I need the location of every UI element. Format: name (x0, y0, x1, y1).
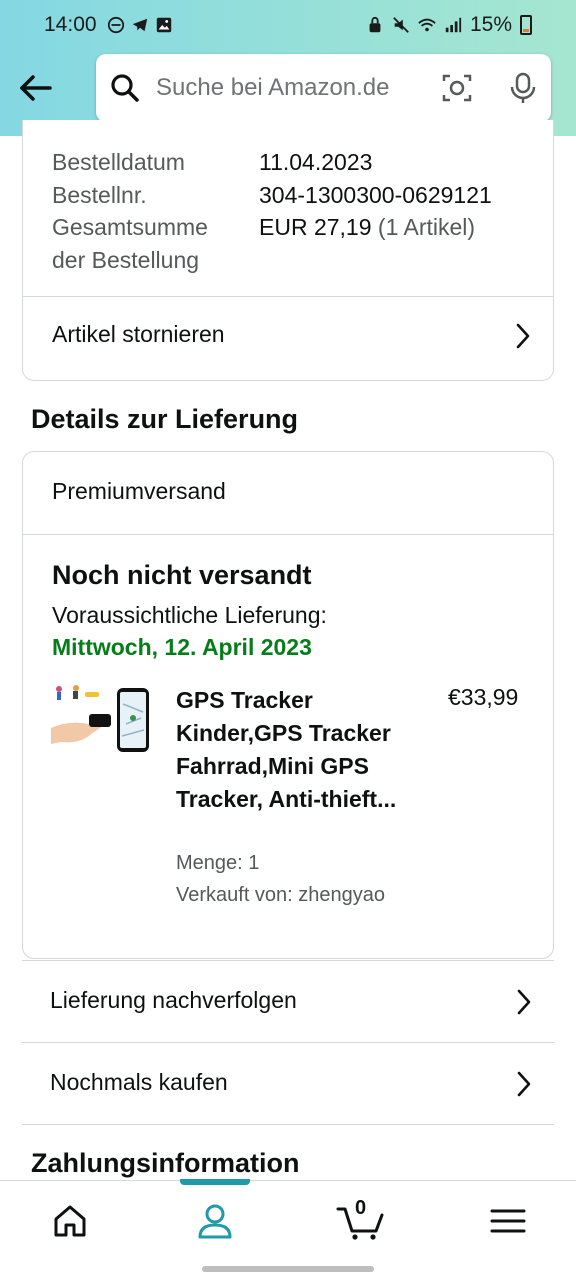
camera-search-icon[interactable] (441, 72, 473, 104)
lock-icon (369, 16, 381, 33)
shipping-method: Premiumversand (52, 478, 226, 504)
signal-icon (445, 17, 462, 33)
bottom-nav: 0 (0, 1179, 576, 1280)
order-date-value: 11.04.2023 (259, 149, 373, 175)
product-price: €33,99 (448, 684, 519, 710)
telegram-icon (132, 18, 147, 32)
track-package-label[interactable]: Lieferung nachverfolgen (50, 987, 297, 1014)
app-header: 14:00 15% Suche bei Amazon.de (0, 0, 576, 136)
divider (23, 296, 553, 297)
menu-icon[interactable] (488, 1201, 528, 1241)
order-number-value: 304-1300300-0629121 (259, 182, 492, 208)
wifi-icon (418, 18, 436, 32)
expected-delivery-date: Mittwoch, 12. April 2023 (52, 634, 312, 660)
track-package-row[interactable]: Lieferung nachverfolgen (22, 960, 554, 1042)
order-total-value: EUR 27,19 (1 Artikel) (259, 211, 475, 244)
cancel-items-link[interactable]: Artikel stornieren (52, 321, 225, 348)
product-title-link[interactable]: GPS Tracker Kinder,GPS Tracker Fahrrad,M… (176, 684, 416, 816)
back-arrow-icon[interactable] (18, 70, 54, 106)
buy-again-row[interactable]: Nochmals kaufen (22, 1042, 554, 1124)
order-number-label: Bestellnr. (52, 182, 147, 208)
payment-section-title: Zahlungsinformation (31, 1148, 300, 1178)
shipment-status: Noch nicht versandt (52, 560, 312, 590)
microphone-icon[interactable] (509, 72, 537, 104)
order-total-items: (1 Artikel) (377, 214, 476, 240)
delivery-card: Premiumversand Noch nicht versandt Vorau… (22, 451, 554, 959)
status-time: 14:00 (44, 13, 97, 36)
gesture-home-bar[interactable] (202, 1266, 374, 1272)
product-image[interactable] (51, 684, 151, 760)
order-total-label: Gesamtsumme (52, 214, 208, 240)
battery-percent: 15% (469, 13, 512, 36)
dnd-icon (107, 16, 124, 34)
gallery-icon (156, 17, 171, 33)
search-icon (111, 74, 139, 102)
chevron-right-icon[interactable] (516, 988, 532, 1016)
order-total-amount: EUR 27,19 (259, 214, 372, 240)
active-tab-indicator (180, 1179, 250, 1185)
account-icon[interactable] (195, 1201, 235, 1241)
status-bar: 14:00 15% (0, 0, 576, 50)
search-bar[interactable]: Suche bei Amazon.de (96, 54, 551, 122)
divider (23, 534, 553, 535)
order-total-label-cont: der Bestellung (52, 247, 200, 273)
order-summary-card: Bestelldatum 11.04.2023 Bestellnr. 304-1… (22, 120, 554, 381)
search-input[interactable]: Suche bei Amazon.de (156, 74, 425, 102)
chevron-right-icon[interactable] (515, 322, 531, 350)
buy-again-label[interactable]: Nochmals kaufen (50, 1069, 228, 1096)
delivery-section-title: Details zur Lieferung (31, 404, 299, 434)
expected-delivery-label: Voraussichtliche Lieferung: (52, 602, 327, 628)
cart-count-badge: 0 (355, 1197, 367, 1219)
chevron-right-icon[interactable] (516, 1070, 532, 1098)
product-seller: Verkauft von: zhengyao (176, 884, 386, 906)
order-date-label: Bestelldatum (52, 149, 185, 175)
battery-icon (520, 15, 532, 35)
home-icon[interactable] (50, 1201, 90, 1241)
product-quantity: Menge: 1 (176, 852, 260, 874)
mute-icon (393, 17, 409, 33)
